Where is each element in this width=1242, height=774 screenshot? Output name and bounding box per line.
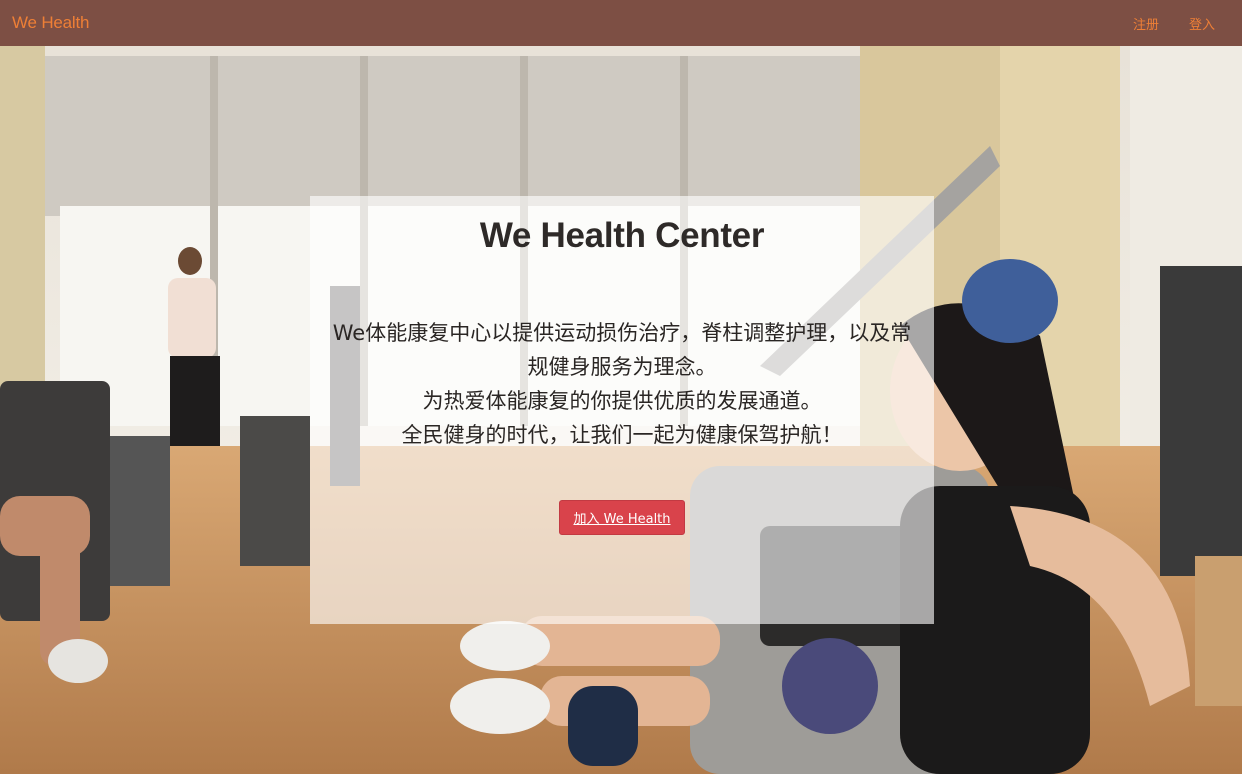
brand-logo-link[interactable]: We Health [12, 13, 89, 33]
login-link[interactable]: 登入 [1189, 14, 1215, 33]
hero-line-2: 为热爱体能康复的你提供优质的发展通道。 [422, 389, 822, 413]
hero-line-3: 全民健身的时代，让我们一起为健康保驾护航！ [401, 423, 843, 447]
join-button[interactable]: 加入 We Health [559, 500, 685, 535]
hero-line-1: We体能康复中心以提供运动损伤治疗，脊柱调整护理，以及常规健身服务为理念。 [332, 321, 912, 379]
nav-links: 注册 登入 [1133, 14, 1215, 33]
hero-panel: We Health Center We体能康复中心以提供运动损伤治疗，脊柱调整护… [310, 196, 934, 624]
top-navbar: We Health 注册 登入 [0, 0, 1242, 46]
hero-title: We Health Center [479, 216, 765, 255]
register-link[interactable]: 注册 [1133, 14, 1159, 33]
hero-description: We体能康复中心以提供运动损伤治疗，脊柱调整护理，以及常规健身服务为理念。 为热… [332, 316, 912, 452]
